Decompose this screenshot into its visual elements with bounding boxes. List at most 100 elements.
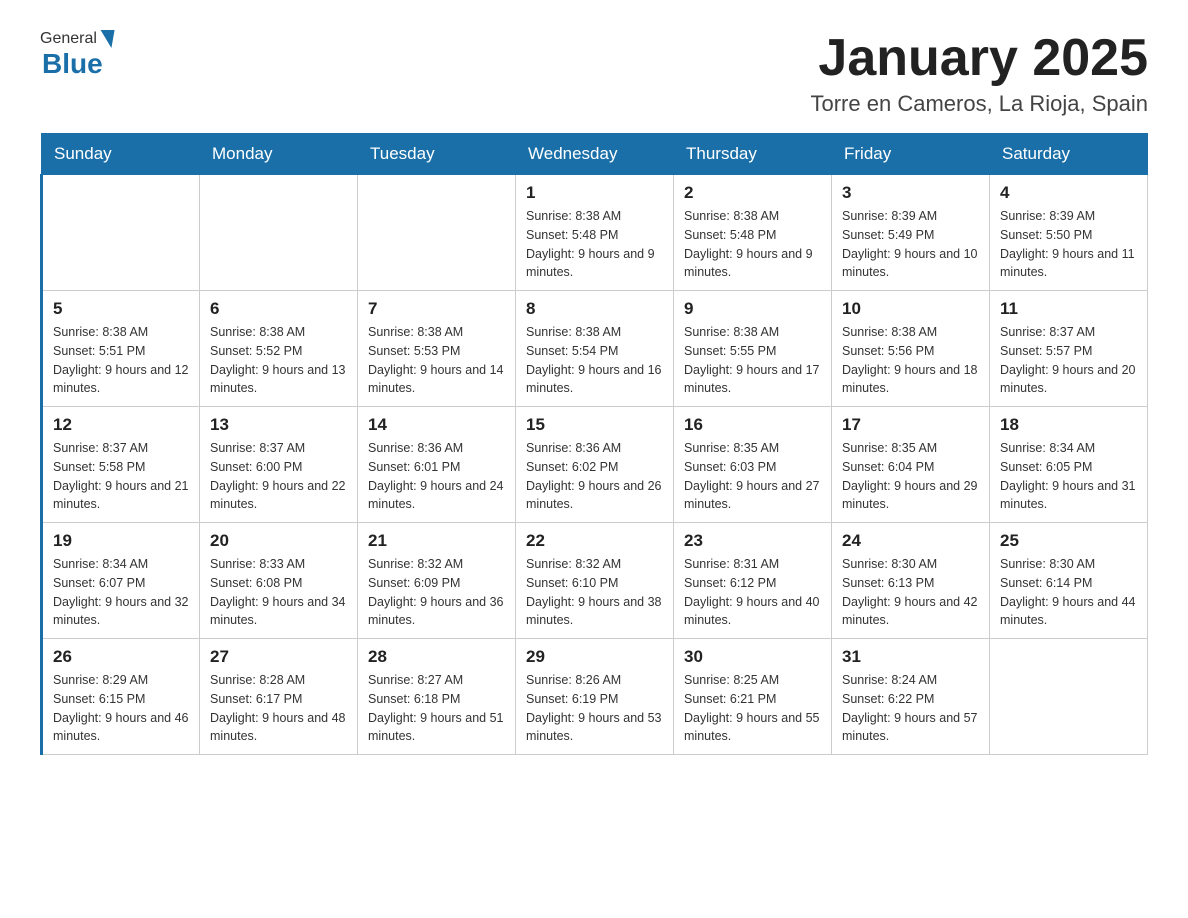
- calendar-header-thursday: Thursday: [674, 134, 832, 175]
- day-number: 29: [526, 647, 663, 667]
- calendar-day-6: 6Sunrise: 8:38 AMSunset: 5:52 PMDaylight…: [200, 291, 358, 407]
- day-info: Sunrise: 8:38 AMSunset: 5:54 PMDaylight:…: [526, 323, 663, 398]
- calendar-empty-cell: [42, 175, 200, 291]
- calendar-day-2: 2 Sunrise: 8:38 AMSunset: 5:48 PMDaylight…: [674, 175, 832, 291]
- logo: General Blue: [40, 30, 115, 80]
- day-number: 6: [210, 299, 347, 319]
- day-info: Sunrise: 8:28 AMSunset: 6:17 PMDaylight:…: [210, 671, 347, 746]
- day-number: 25: [1000, 531, 1137, 551]
- day-number: 21: [368, 531, 505, 551]
- day-number: 16: [684, 415, 821, 435]
- day-info: Sunrise: 8:36 AMSunset: 6:02 PMDaylight:…: [526, 439, 663, 514]
- day-info: Sunrise: 8:38 AMSunset: 5:55 PMDaylight:…: [684, 323, 821, 398]
- calendar-day-20: 20Sunrise: 8:33 AMSunset: 6:08 PMDayligh…: [200, 523, 358, 639]
- calendar-day-18: 18 Sunrise: 8:34 AMSunset: 6:05 PMDayligh…: [990, 407, 1148, 523]
- calendar-week-row: 1 Sunrise: 8:38 AMSunset: 5:48 PMDaylight…: [42, 175, 1148, 291]
- calendar-day-23: 23Sunrise: 8:31 AMSunset: 6:12 PMDayligh…: [674, 523, 832, 639]
- day-info: Sunrise: 8:38 AMSunset: 5:53 PMDaylight:…: [368, 323, 505, 398]
- calendar-header-saturday: Saturday: [990, 134, 1148, 175]
- calendar-day-16: 16 Sunrise: 8:35 AMSunset: 6:03 PMDayligh…: [674, 407, 832, 523]
- calendar-header-row: SundayMondayTuesdayWednesdayThursdayFrid…: [42, 134, 1148, 175]
- calendar-day-27: 27 Sunrise: 8:28 AMSunset: 6:17 PMDayligh…: [200, 639, 358, 755]
- calendar-week-row: 19 Sunrise: 8:34 AMSunset: 6:07 PMDayligh…: [42, 523, 1148, 639]
- logo-arrow-icon: [97, 30, 114, 48]
- day-number: 19: [53, 531, 189, 551]
- day-info: Sunrise: 8:30 AMSunset: 6:14 PMDaylight:…: [1000, 555, 1137, 630]
- day-number: 18: [1000, 415, 1137, 435]
- day-number: 10: [842, 299, 979, 319]
- calendar-empty-cell: [200, 175, 358, 291]
- calendar-day-15: 15Sunrise: 8:36 AMSunset: 6:02 PMDayligh…: [516, 407, 674, 523]
- day-info: Sunrise: 8:27 AMSunset: 6:18 PMDaylight:…: [368, 671, 505, 746]
- day-number: 8: [526, 299, 663, 319]
- day-info: Sunrise: 8:34 AMSunset: 6:07 PMDaylight:…: [53, 555, 189, 630]
- page-header: General Blue January 2025 Torre en Camer…: [40, 30, 1148, 117]
- calendar-day-21: 21Sunrise: 8:32 AMSunset: 6:09 PMDayligh…: [358, 523, 516, 639]
- day-info: Sunrise: 8:25 AMSunset: 6:21 PMDaylight:…: [684, 671, 821, 746]
- day-number: 5: [53, 299, 189, 319]
- day-info: Sunrise: 8:38 AMSunset: 5:56 PMDaylight:…: [842, 323, 979, 398]
- title-block: January 2025 Torre en Cameros, La Rioja,…: [811, 30, 1149, 117]
- day-info: Sunrise: 8:32 AMSunset: 6:10 PMDaylight:…: [526, 555, 663, 630]
- calendar-week-row: 12Sunrise: 8:37 AMSunset: 5:58 PMDayligh…: [42, 407, 1148, 523]
- calendar-day-12: 12Sunrise: 8:37 AMSunset: 5:58 PMDayligh…: [42, 407, 200, 523]
- day-info: Sunrise: 8:24 AMSunset: 6:22 PMDaylight:…: [842, 671, 979, 746]
- day-info: Sunrise: 8:34 AMSunset: 6:05 PMDaylight:…: [1000, 439, 1137, 514]
- calendar-week-row: 5 Sunrise: 8:38 AMSunset: 5:51 PMDaylight…: [42, 291, 1148, 407]
- calendar-header-wednesday: Wednesday: [516, 134, 674, 175]
- calendar-day-29: 29 Sunrise: 8:26 AMSunset: 6:19 PMDayligh…: [516, 639, 674, 755]
- day-info: Sunrise: 8:31 AMSunset: 6:12 PMDaylight:…: [684, 555, 821, 630]
- day-number: 20: [210, 531, 347, 551]
- calendar-day-19: 19 Sunrise: 8:34 AMSunset: 6:07 PMDayligh…: [42, 523, 200, 639]
- day-info: Sunrise: 8:37 AMSunset: 5:58 PMDaylight:…: [53, 439, 189, 514]
- calendar-day-24: 24 Sunrise: 8:30 AMSunset: 6:13 PMDayligh…: [832, 523, 990, 639]
- day-number: 31: [842, 647, 979, 667]
- day-number: 30: [684, 647, 821, 667]
- calendar-day-17: 17 Sunrise: 8:35 AMSunset: 6:04 PMDayligh…: [832, 407, 990, 523]
- logo-blue-text: Blue: [42, 48, 103, 80]
- calendar-day-13: 13Sunrise: 8:37 AMSunset: 6:00 PMDayligh…: [200, 407, 358, 523]
- day-info: Sunrise: 8:26 AMSunset: 6:19 PMDaylight:…: [526, 671, 663, 746]
- calendar-day-1: 1 Sunrise: 8:38 AMSunset: 5:48 PMDaylight…: [516, 175, 674, 291]
- calendar-header-sunday: Sunday: [42, 134, 200, 175]
- calendar-empty-cell: [358, 175, 516, 291]
- day-number: 11: [1000, 299, 1137, 319]
- calendar-day-28: 28Sunrise: 8:27 AMSunset: 6:18 PMDayligh…: [358, 639, 516, 755]
- day-number: 17: [842, 415, 979, 435]
- day-number: 7: [368, 299, 505, 319]
- day-info: Sunrise: 8:30 AMSunset: 6:13 PMDaylight:…: [842, 555, 979, 630]
- day-number: 14: [368, 415, 505, 435]
- day-info: Sunrise: 8:38 AMSunset: 5:48 PMDaylight:…: [684, 207, 821, 282]
- day-info: Sunrise: 8:38 AMSunset: 5:51 PMDaylight:…: [53, 323, 189, 398]
- calendar-day-5: 5 Sunrise: 8:38 AMSunset: 5:51 PMDaylight…: [42, 291, 200, 407]
- calendar-day-22: 22 Sunrise: 8:32 AMSunset: 6:10 PMDayligh…: [516, 523, 674, 639]
- day-number: 22: [526, 531, 663, 551]
- calendar-header-friday: Friday: [832, 134, 990, 175]
- location-title: Torre en Cameros, La Rioja, Spain: [811, 91, 1149, 117]
- day-number: 4: [1000, 183, 1137, 203]
- day-info: Sunrise: 8:37 AMSunset: 6:00 PMDaylight:…: [210, 439, 347, 514]
- day-number: 3: [842, 183, 979, 203]
- calendar-day-9: 9 Sunrise: 8:38 AMSunset: 5:55 PMDaylight…: [674, 291, 832, 407]
- calendar-day-3: 3Sunrise: 8:39 AMSunset: 5:49 PMDaylight…: [832, 175, 990, 291]
- calendar-day-25: 25 Sunrise: 8:30 AMSunset: 6:14 PMDayligh…: [990, 523, 1148, 639]
- day-number: 1: [526, 183, 663, 203]
- day-number: 9: [684, 299, 821, 319]
- calendar-week-row: 26 Sunrise: 8:29 AMSunset: 6:15 PMDayligh…: [42, 639, 1148, 755]
- calendar-empty-cell: [990, 639, 1148, 755]
- day-number: 2: [684, 183, 821, 203]
- day-number: 24: [842, 531, 979, 551]
- day-info: Sunrise: 8:35 AMSunset: 6:03 PMDaylight:…: [684, 439, 821, 514]
- calendar-day-14: 14Sunrise: 8:36 AMSunset: 6:01 PMDayligh…: [358, 407, 516, 523]
- day-info: Sunrise: 8:39 AMSunset: 5:50 PMDaylight:…: [1000, 207, 1137, 282]
- day-info: Sunrise: 8:29 AMSunset: 6:15 PMDaylight:…: [53, 671, 189, 746]
- logo-general-text: General: [40, 30, 97, 48]
- day-info: Sunrise: 8:38 AMSunset: 5:48 PMDaylight:…: [526, 207, 663, 282]
- calendar-day-7: 7 Sunrise: 8:38 AMSunset: 5:53 PMDaylight…: [358, 291, 516, 407]
- calendar-day-30: 30 Sunrise: 8:25 AMSunset: 6:21 PMDayligh…: [674, 639, 832, 755]
- day-number: 27: [210, 647, 347, 667]
- calendar-day-26: 26 Sunrise: 8:29 AMSunset: 6:15 PMDayligh…: [42, 639, 200, 755]
- day-number: 26: [53, 647, 189, 667]
- day-info: Sunrise: 8:35 AMSunset: 6:04 PMDaylight:…: [842, 439, 979, 514]
- calendar-day-31: 31 Sunrise: 8:24 AMSunset: 6:22 PMDayligh…: [832, 639, 990, 755]
